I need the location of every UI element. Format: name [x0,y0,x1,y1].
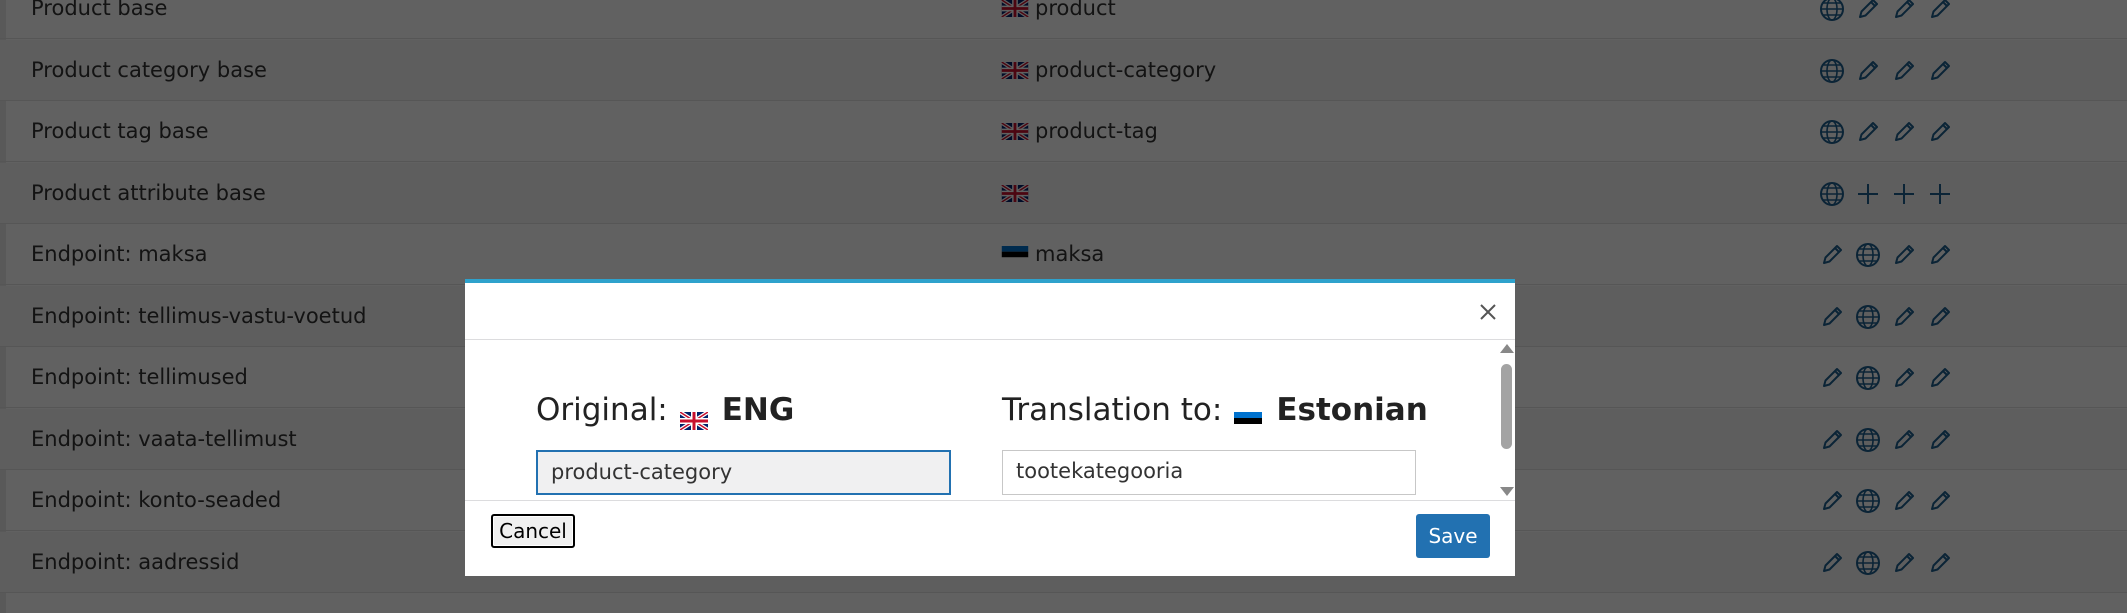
close-icon[interactable] [1478,302,1498,322]
modal-scrollbar[interactable] [1497,340,1515,500]
translation-field[interactable]: tootekategooria [1002,450,1416,495]
translation-label: Translation to: [1002,392,1223,428]
uk-flag-icon [678,400,709,432]
modal-footer: Cancel Save [465,500,1515,576]
scroll-up-arrow-icon[interactable] [1500,344,1514,353]
scroll-thumb[interactable] [1501,364,1512,449]
modal-header [465,283,1515,340]
modal-body: Original: ENG Translation to: Estonian pro… [465,340,1515,500]
translation-lang: Estonian [1276,392,1428,428]
original-label: Original: [536,392,668,428]
cancel-button[interactable]: Cancel [491,514,575,548]
translation-heading: Translation to: Estonian [1002,390,1428,430]
estonia-flag-icon [1234,400,1263,430]
translation-modal: Original: ENG Translation to: Estonian pro… [465,279,1515,576]
original-field[interactable]: product-category [536,450,951,495]
scroll-down-arrow-icon[interactable] [1500,487,1514,496]
save-button[interactable]: Save [1416,514,1490,558]
original-lang: ENG [721,392,795,428]
original-heading: Original: ENG [536,390,795,432]
